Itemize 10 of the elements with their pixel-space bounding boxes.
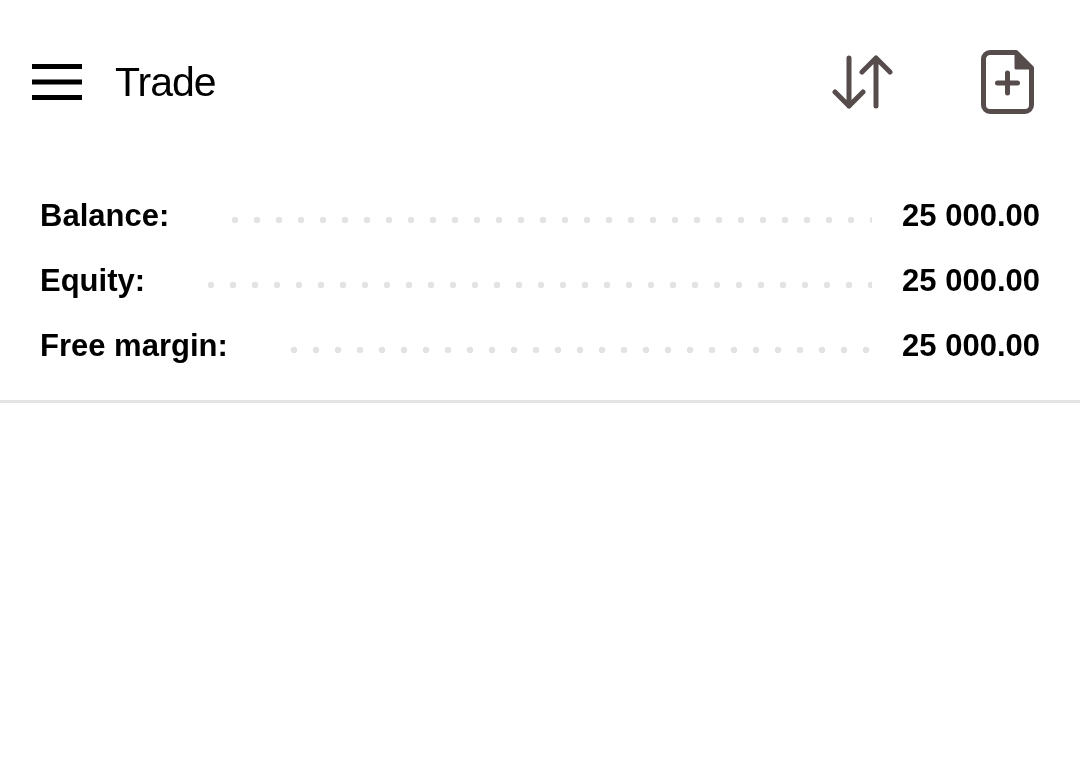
page-title: Trade	[115, 58, 216, 106]
account-label: Free margin:	[40, 326, 228, 365]
account-label: Equity:	[40, 261, 146, 300]
account-value: 25 000.00	[902, 196, 1040, 235]
account-label: Balance:	[40, 196, 170, 235]
menu-icon[interactable]	[32, 64, 82, 100]
file-plus-icon[interactable]	[981, 50, 1034, 114]
account-value: 25 000.00	[902, 261, 1040, 300]
account-value: 25 000.00	[902, 326, 1040, 365]
sort-icon[interactable]	[831, 55, 895, 109]
